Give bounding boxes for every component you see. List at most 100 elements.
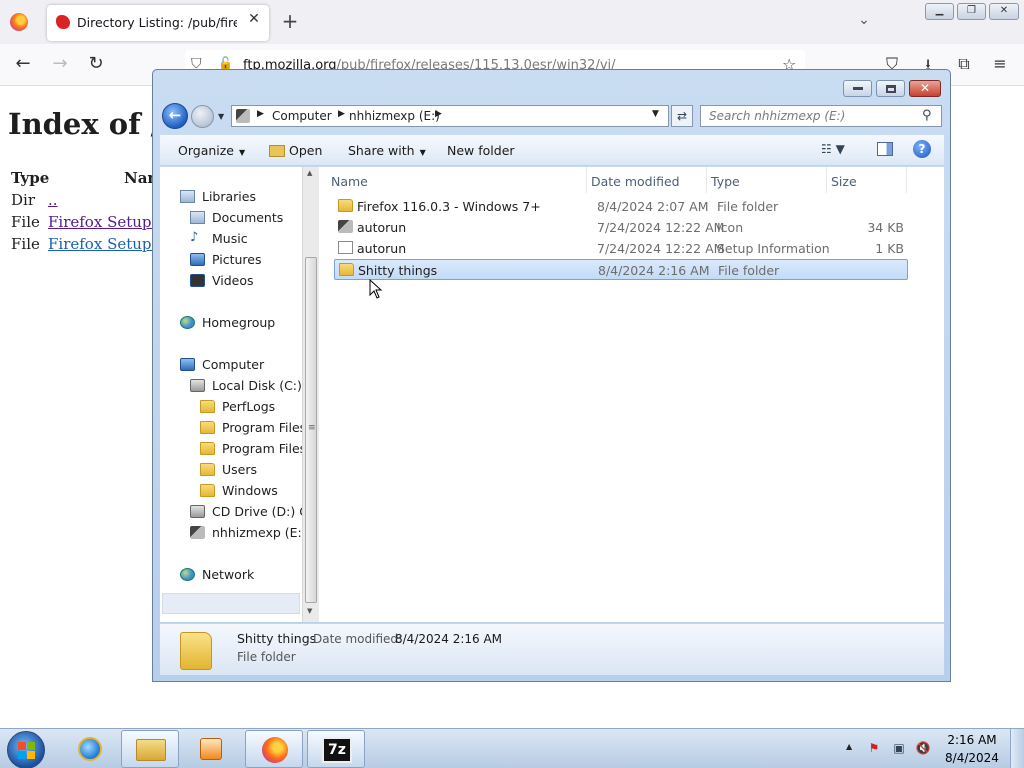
explorer-back-button[interactable]: ← [162, 103, 188, 129]
firefox-icon[interactable] [10, 13, 28, 31]
usb-drive-icon [236, 109, 250, 123]
nav-selection-highlight [162, 593, 300, 614]
explorer-command-bar: Organize ▼ Open Share with ▼ New folder ☷ … [160, 135, 944, 166]
file-row[interactable]: Firefox 116.0.3 - Windows 7+ 8/4/2024 2:… [334, 196, 908, 217]
scroll-up-arrow-icon[interactable]: ▲ [307, 169, 312, 177]
clock-date[interactable]: 8/4/2024 [944, 751, 1000, 765]
breadcrumb-drive[interactable]: nhhizmexp (E:) [349, 109, 440, 123]
folder-icon [200, 442, 215, 455]
preview-pane-icon[interactable] [877, 142, 893, 156]
taskbar-internet-explorer[interactable] [61, 730, 119, 768]
folder-icon [200, 421, 215, 434]
taskbar-media-player[interactable] [181, 730, 239, 768]
explorer-close-button[interactable]: ✕ [909, 80, 941, 97]
mouse-cursor-icon [369, 279, 383, 299]
new-tab-button[interactable]: + [280, 9, 300, 33]
music-note-icon: ♪ [190, 230, 199, 245]
action-center-flag-icon[interactable]: ⚑ [866, 741, 882, 757]
pictures-icon [190, 253, 205, 266]
folder-icon [200, 400, 215, 413]
internet-explorer-icon [78, 737, 102, 761]
file-list-pane: Name Date modified Type Size Firefox 116… [327, 167, 944, 622]
menu-hamburger-icon[interactable]: ≡ [989, 54, 1011, 76]
back-arrow-icon[interactable]: ← [11, 53, 35, 77]
breadcrumb-computer[interactable]: Computer [272, 109, 332, 123]
forward-arrow-icon[interactable]: → [48, 53, 72, 77]
usb-drive-icon [338, 220, 353, 233]
parent-dir-link[interactable]: .. [48, 191, 58, 209]
column-header-type[interactable]: Type [707, 167, 827, 193]
address-dropdown-icon[interactable]: ▼ [652, 109, 659, 119]
file-row-selected[interactable]: Shitty things 8/4/2024 2:16 AM File fold… [334, 259, 908, 280]
navigation-scrollbar[interactable]: ▲ ≡ ▼ [302, 167, 319, 622]
folder-icon [338, 199, 353, 212]
organize-button[interactable]: Organize ▼ [178, 143, 245, 158]
folder-icon [200, 484, 215, 497]
scrollbar-thumb[interactable]: ≡ [305, 257, 317, 603]
file-row[interactable]: autorun 7/24/2024 12:22 AM Icon 34 KB [334, 217, 908, 238]
breadcrumb-arrow-icon[interactable]: ▶ [435, 109, 442, 119]
row-type: Dir [11, 191, 35, 209]
show-desktop-button[interactable] [1010, 729, 1024, 768]
taskbar-firefox[interactable] [245, 730, 303, 768]
browser-close-button[interactable]: ✕ [989, 3, 1019, 20]
show-hidden-icons-icon[interactable]: ▲ [846, 742, 852, 751]
explorer-maximize-button[interactable] [876, 80, 905, 97]
search-icon[interactable]: ⚲ [922, 108, 932, 123]
usb-drive-icon [190, 526, 205, 539]
change-view-icon[interactable]: ☷ ▼ [821, 142, 845, 156]
open-button[interactable]: Open [269, 143, 322, 158]
documents-icon [190, 211, 205, 224]
folder-icon [200, 463, 215, 476]
list-all-tabs-chevron-icon[interactable]: ⌄ [855, 12, 873, 30]
type-column-header: Type [11, 169, 50, 187]
extensions-icon[interactable]: ⧉ [953, 54, 975, 76]
details-pane: Shitty things Date modified: 8/4/2024 2:… [160, 623, 944, 675]
browser-tab-bar: Directory Listing: /pub/firefox/releases… [0, 0, 1024, 44]
windows-explorer-icon [136, 739, 166, 761]
tab-title: Directory Listing: /pub/firefox/releases… [77, 15, 237, 30]
tab-favicon-icon [56, 15, 70, 29]
7zip-icon: 7z [322, 737, 352, 763]
column-header-size[interactable]: Size [827, 167, 907, 193]
explorer-body: Libraries Documents ♪ Music Pictures Vid… [160, 167, 944, 622]
tab-close-button[interactable]: ✕ [245, 11, 263, 31]
explorer-window: ✕ ← ▼ ▶ Computer ▶ nhhizmexp (E:) ▶ ▼ ⇄ … [152, 69, 951, 682]
browser-minimize-button[interactable]: ▁ [925, 3, 954, 20]
taskbar-windows-explorer[interactable] [121, 730, 179, 768]
libraries-icon [180, 190, 195, 203]
refresh-icon[interactable]: ⇄ [671, 105, 693, 127]
help-icon[interactable]: ? [913, 140, 931, 158]
browser-tab[interactable]: Directory Listing: /pub/firefox/releases… [47, 5, 269, 41]
computer-icon [180, 358, 195, 371]
column-header-date[interactable]: Date modified [587, 167, 707, 193]
volume-muted-icon[interactable]: 🔇 [915, 741, 931, 757]
homegroup-icon [180, 316, 195, 329]
browser-restore-button[interactable]: ❐ [957, 3, 986, 20]
navigation-pane: Libraries Documents ♪ Music Pictures Vid… [160, 167, 302, 622]
reload-icon[interactable]: ↻ [84, 53, 108, 77]
scroll-down-arrow-icon[interactable]: ▼ [307, 607, 312, 615]
explorer-address-bar[interactable]: ▶ Computer ▶ nhhizmexp (E:) ▶ ▼ [231, 105, 669, 127]
recent-locations-chevron-icon[interactable]: ▼ [218, 112, 224, 121]
explorer-minimize-button[interactable] [843, 80, 872, 97]
explorer-forward-button[interactable] [191, 105, 214, 128]
breadcrumb-arrow-icon[interactable]: ▶ [338, 109, 345, 119]
column-header-name[interactable]: Name [327, 167, 587, 193]
share-with-button[interactable]: Share with ▼ [348, 143, 426, 158]
setup-file-icon [338, 241, 353, 254]
details-date-label: Date modified: [313, 632, 403, 646]
start-button[interactable] [7, 731, 45, 768]
breadcrumb-arrow-icon[interactable]: ▶ [257, 109, 264, 119]
file-row[interactable]: autorun 7/24/2024 12:22 AM Setup Informa… [334, 238, 908, 259]
new-folder-button[interactable]: New folder [447, 143, 515, 158]
insecure-lock-icon[interactable]: 🔓 [218, 56, 233, 70]
explorer-search-input[interactable]: Search nhhizmexp (E:) ⚲ [700, 105, 942, 127]
cd-drive-icon [190, 505, 205, 518]
scrollbar-grip-icon: ≡ [308, 423, 316, 433]
media-player-icon [200, 738, 222, 760]
folder-icon [180, 632, 212, 670]
network-status-icon[interactable]: ▣ [891, 741, 907, 757]
clock-time[interactable]: 2:16 AM [944, 733, 1000, 747]
taskbar-7zip[interactable]: 7z [307, 730, 365, 768]
